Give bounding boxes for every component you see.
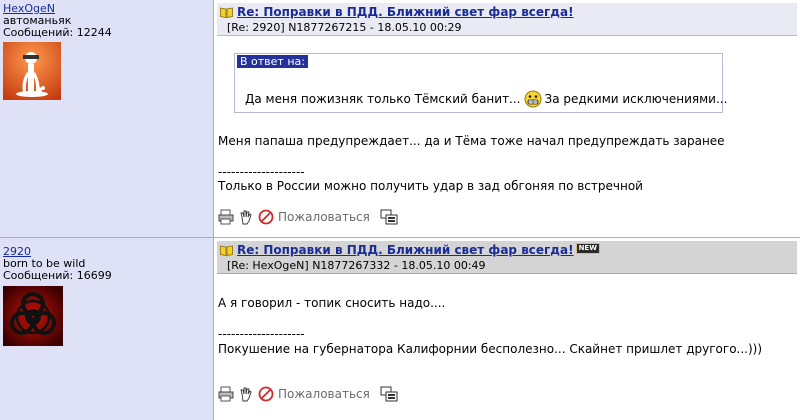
author-panel: 2920 born to be wild Сообщений: 16699 [0, 238, 213, 420]
post-content: Re: Поправки в ПДД. Ближний свет фар все… [214, 0, 800, 238]
post-body: Меня папаша предупреждает... да и Тёма т… [218, 134, 725, 148]
post-title-link[interactable]: Re: Поправки в ПДД. Ближний свет фар все… [237, 243, 600, 257]
quote-block: В ответ на: Да меня пожизняк только Тёмс… [234, 53, 727, 113]
quote-reply-icon[interactable] [380, 386, 398, 402]
avatar [3, 286, 63, 346]
book-icon [220, 245, 233, 256]
complain-icon[interactable] [258, 386, 274, 402]
quote-label: В ответ на: [237, 55, 308, 68]
post-content: Re: Поправки в ПДД. Ближний свет фар все… [214, 238, 800, 420]
post-meta: [Re: HexOgeN] N1877267332 - 18.05.10 00:… [227, 259, 486, 272]
avatar [3, 42, 61, 100]
signature: Покушение на губернатора Калифорнии бесп… [218, 342, 763, 356]
signature-separator: -------------------- [218, 327, 305, 341]
book-icon [220, 7, 233, 18]
forum-post: HexOgeN автоманьяк Сообщений: 12244 Re: … [0, 0, 800, 238]
post-actions: Пожаловаться [218, 385, 402, 403]
author-info: HexOgeN автоманьяк Сообщений: 12244 [3, 3, 112, 39]
quote-reply-icon[interactable] [380, 209, 398, 225]
post-actions: Пожаловаться [218, 208, 402, 226]
complain-icon[interactable] [258, 209, 274, 225]
author-panel: HexOgeN автоманьяк Сообщений: 12244 [0, 0, 213, 238]
print-icon[interactable] [218, 386, 234, 402]
post-meta: [Re: 2920] N1877267215 - 18.05.10 00:29 [227, 21, 462, 34]
signature-separator: -------------------- [218, 165, 305, 179]
author-post-count: Сообщений: 12244 [3, 26, 112, 39]
complain-link[interactable]: Пожаловаться [278, 387, 370, 401]
complain-link[interactable]: Пожаловаться [278, 210, 370, 224]
author-post-count: Сообщений: 16699 [3, 269, 112, 282]
post-body: А я говорил - топик сносить надо.... [218, 296, 446, 310]
hand-icon[interactable] [238, 209, 254, 225]
signature: Только в России можно получить удар в за… [218, 179, 643, 193]
hand-icon[interactable] [238, 386, 254, 402]
print-icon[interactable] [218, 209, 234, 225]
new-badge: NEW [575, 243, 600, 254]
author-info: 2920 born to be wild Сообщений: 16699 [3, 246, 112, 282]
grin-smiley-icon [524, 90, 541, 108]
post-header: Re: Поправки в ПДД. Ближний свет фар все… [217, 241, 797, 274]
forum-post: 2920 born to be wild Сообщений: 16699 Re… [0, 238, 800, 420]
quote-text: Да меня пожизняк только Тёмский банит...… [245, 90, 728, 108]
post-header: Re: Поправки в ПДД. Ближний свет фар все… [217, 3, 797, 36]
post-title-link[interactable]: Re: Поправки в ПДД. Ближний свет фар все… [237, 5, 574, 19]
